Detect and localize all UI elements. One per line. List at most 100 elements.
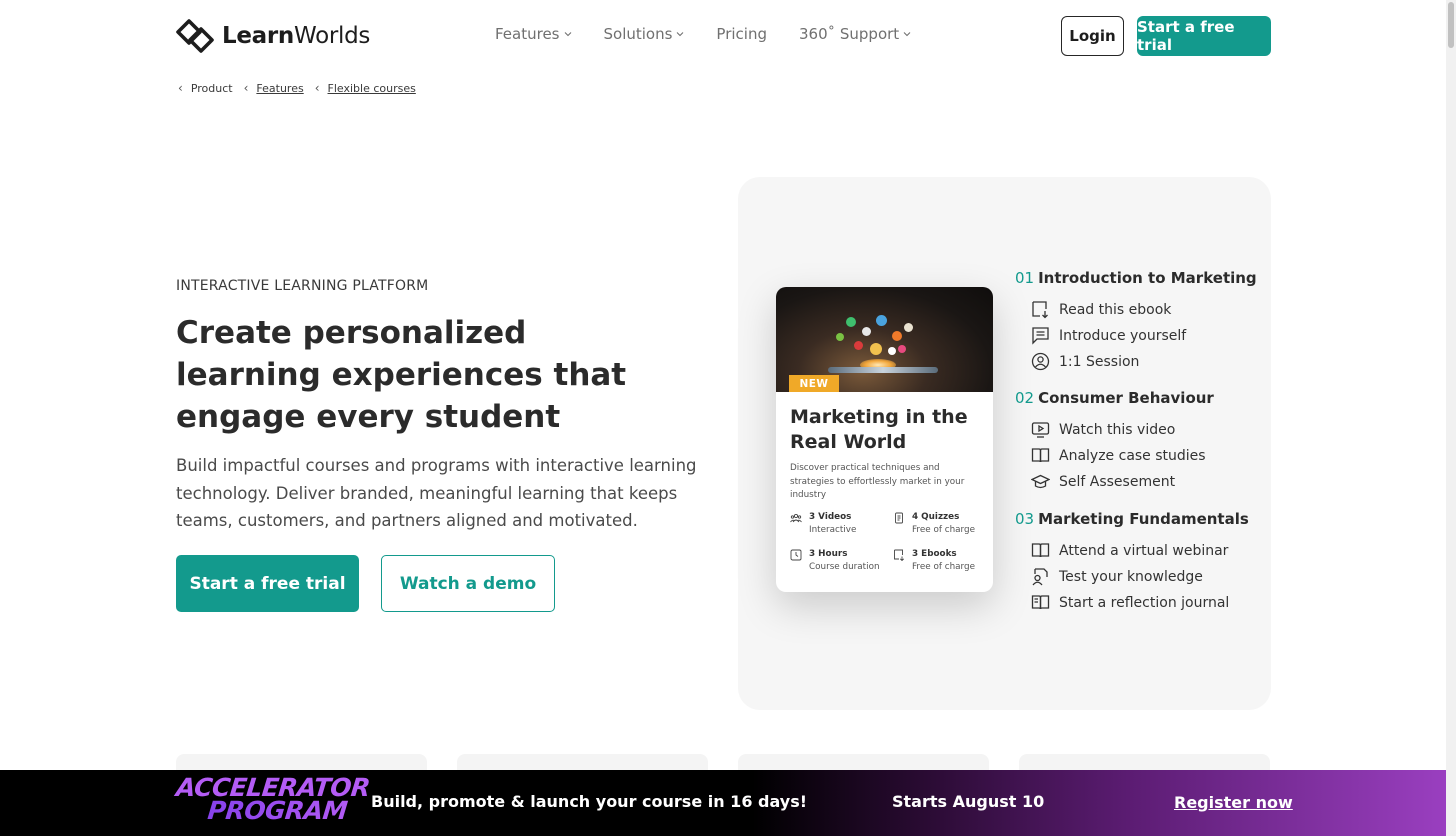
lesson-item[interactable]: Test your knowledge xyxy=(1031,567,1203,586)
logo-mark-icon xyxy=(176,19,214,53)
site-header: LearnWorlds Features Solutions Pricing 3… xyxy=(0,0,1446,72)
breadcrumb-item-product[interactable]: ‹ Product xyxy=(178,81,233,95)
page-scrollbar[interactable] xyxy=(1446,0,1456,836)
nav-solutions[interactable]: Solutions xyxy=(604,25,685,43)
nav-pricing[interactable]: Pricing xyxy=(716,25,767,43)
stat-title: 4 Quizzes xyxy=(912,512,960,522)
breadcrumb-label: Flexible courses xyxy=(327,81,416,95)
app-bubble xyxy=(862,327,871,336)
module-title-text: Consumer Behaviour xyxy=(1038,389,1214,407)
banner-logo-line: PROGRAM xyxy=(173,796,355,825)
lesson-label: Self Assesement xyxy=(1059,473,1176,490)
app-bubble xyxy=(888,347,896,355)
video-play-icon xyxy=(1031,422,1050,438)
course-card-image: NEW xyxy=(776,287,993,392)
stat-ebooks: 3 Ebooks Free of charge xyxy=(893,548,975,574)
course-card: NEW Marketing in the Real World Discover… xyxy=(776,287,993,592)
app-bubble xyxy=(904,323,913,332)
module-title-text: Introduction to Marketing xyxy=(1038,269,1257,287)
module-3: 03 Marketing Fundamentals xyxy=(1015,510,1249,528)
hero-title: Create personalized learning experiences… xyxy=(176,315,627,435)
lesson-label: Test your knowledge xyxy=(1059,568,1203,585)
quiz-icon xyxy=(895,512,903,524)
lesson-label: Start a reflection journal xyxy=(1059,594,1230,611)
stat-title: 3 Ebooks xyxy=(912,549,957,559)
nav-features[interactable]: Features xyxy=(495,25,572,43)
lesson-label: Analyze case studies xyxy=(1059,447,1206,464)
main-nav: Features Solutions Pricing 360˚ Support xyxy=(495,25,943,43)
chevron-left-icon: ‹ xyxy=(178,81,183,95)
module-title-text: Marketing Fundamentals xyxy=(1038,510,1249,528)
app-bubble xyxy=(854,341,863,350)
chevron-down-icon xyxy=(677,32,684,37)
app-bubble xyxy=(836,333,844,341)
module-number: 03 xyxy=(1015,510,1035,528)
breadcrumb-label: Product xyxy=(190,81,233,95)
open-book-icon xyxy=(1031,543,1050,558)
stat-subtitle: Free of charge xyxy=(912,525,975,535)
clock-icon xyxy=(790,549,802,561)
nav-features-label: Features xyxy=(495,25,560,43)
nav-support[interactable]: 360˚ Support xyxy=(799,25,911,43)
stat-subtitle: Free of charge xyxy=(912,562,975,572)
app-bubble xyxy=(870,343,882,355)
module-title: 02 Consumer Behaviour xyxy=(1015,389,1214,407)
register-now-link[interactable]: Register now xyxy=(1174,793,1293,812)
lesson-item[interactable]: Self Assesement xyxy=(1031,472,1175,491)
breadcrumb-item-flexible-courses[interactable]: ‹ Flexible courses xyxy=(315,81,416,95)
breadcrumb-item-features[interactable]: ‹ Features xyxy=(244,81,304,95)
new-badge: NEW xyxy=(789,375,839,392)
scrollbar-thumb[interactable] xyxy=(1448,2,1454,48)
breadcrumb-label: Features xyxy=(256,81,304,95)
promo-banner: ACCELERATOR PROGRAM Build, promote & lau… xyxy=(0,770,1446,836)
lesson-label: Read this ebook xyxy=(1059,301,1172,318)
chevron-left-icon: ‹ xyxy=(243,81,249,95)
user-circle-icon xyxy=(1031,352,1050,371)
stat-hours: 3 Hours Course duration xyxy=(790,548,880,574)
module-1: 01 Introduction to Marketing xyxy=(1015,269,1257,287)
banner-date: Starts August 10 xyxy=(892,792,1045,811)
lesson-item[interactable]: Watch this video xyxy=(1031,420,1175,439)
video-group-icon xyxy=(790,513,802,523)
nav-pricing-label: Pricing xyxy=(716,25,767,43)
module-number: 02 xyxy=(1015,389,1035,407)
hero-eyebrow: INTERACTIVE LEARNING PLATFORM xyxy=(176,278,429,294)
lesson-item[interactable]: Introduce yourself xyxy=(1031,326,1186,345)
lesson-item[interactable]: Analyze case studies xyxy=(1031,446,1206,465)
quiz-user-icon xyxy=(1032,568,1048,586)
watch-demo-button[interactable]: Watch a demo xyxy=(381,555,555,612)
lesson-item[interactable]: Read this ebook xyxy=(1031,300,1171,319)
stat-videos: 3 Videos Interactive xyxy=(790,511,856,537)
journal-icon xyxy=(1031,595,1050,610)
module-number: 01 xyxy=(1015,269,1035,287)
course-card-description: Discover practical techniques and strate… xyxy=(790,463,965,500)
tablet-device xyxy=(828,367,938,373)
lesson-item[interactable]: Attend a virtual webinar xyxy=(1031,541,1228,560)
ebook-download-icon xyxy=(1032,301,1048,319)
chevron-down-icon xyxy=(903,32,911,37)
app-bubble xyxy=(876,315,887,326)
module-title: 03 Marketing Fundamentals xyxy=(1015,510,1249,528)
lesson-item[interactable]: 1:1 Session xyxy=(1031,352,1139,371)
header-trial-button[interactable]: Start a free trial xyxy=(1137,16,1271,56)
module-title: 01 Introduction to Marketing xyxy=(1015,269,1257,287)
hero-trial-button[interactable]: Start a free trial xyxy=(176,555,359,612)
stat-subtitle: Interactive xyxy=(809,525,857,535)
app-bubble xyxy=(846,317,856,327)
login-button[interactable]: Login xyxy=(1061,16,1124,56)
stat-subtitle: Course duration xyxy=(809,562,880,572)
nav-support-label: 360˚ Support xyxy=(798,25,900,43)
lesson-label: Attend a virtual webinar xyxy=(1059,542,1229,559)
learnworlds-logo[interactable]: LearnWorlds xyxy=(176,18,370,54)
lesson-label: Introduce yourself xyxy=(1059,327,1187,344)
ebook-icon xyxy=(894,549,905,561)
breadcrumb: ‹ Product ‹ Features ‹ Flexible courses xyxy=(178,81,427,95)
lesson-label: Watch this video xyxy=(1059,421,1176,438)
open-book-icon xyxy=(1031,448,1050,463)
app-bubble xyxy=(898,345,906,353)
lesson-label: 1:1 Session xyxy=(1059,353,1140,370)
lesson-item[interactable]: Start a reflection journal xyxy=(1031,593,1229,612)
banner-text: Build, promote & launch your course in 1… xyxy=(371,792,808,811)
hero-description: Build impactful courses and programs wit… xyxy=(176,456,697,530)
module-2: 02 Consumer Behaviour xyxy=(1015,389,1214,407)
